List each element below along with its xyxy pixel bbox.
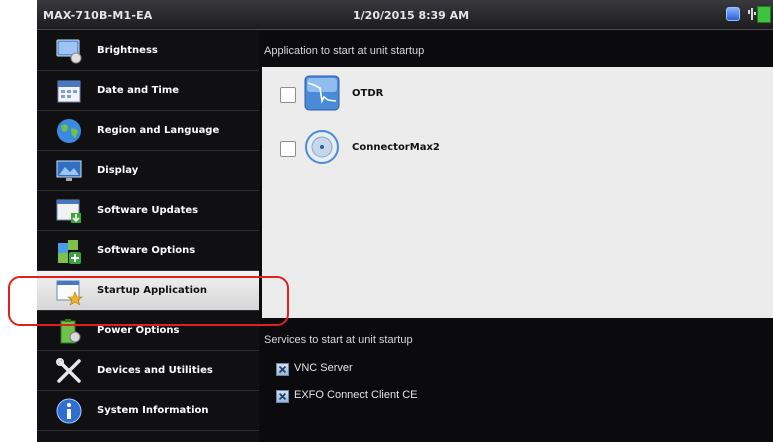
battery-status-icon[interactable]	[757, 6, 771, 23]
sidebar-item-region-language[interactable]: Region and Language	[37, 111, 259, 151]
connectormax-icon	[305, 130, 339, 164]
services-section-title: Services to start at unit startup	[264, 334, 413, 346]
highlight-annotation	[8, 276, 289, 326]
application-list: OTDR ConnectorMax2	[262, 67, 773, 318]
sidebar-item-label: Display	[97, 165, 139, 176]
globe-icon	[57, 119, 81, 143]
sidebar-item-system-information[interactable]: System Information	[37, 391, 259, 431]
sidebar-item-devices-utilities[interactable]: Devices and Utilities	[37, 351, 259, 391]
vnc-checkbox[interactable]	[276, 363, 289, 376]
sidebar-item-label: Software Updates	[97, 205, 199, 216]
network-icon[interactable]	[726, 7, 740, 21]
info-icon	[56, 398, 82, 424]
list-item-otdr[interactable]: OTDR	[262, 73, 773, 117]
sidebar-item-label: Date and Time	[97, 85, 180, 96]
otdr-label: OTDR	[352, 88, 384, 99]
calendar-icon	[57, 80, 81, 103]
otdr-checkbox[interactable]	[280, 87, 296, 103]
sidebar-item-brightness[interactable]: Brightness	[37, 31, 259, 71]
connectormax2-checkbox[interactable]	[280, 141, 296, 157]
exfo-connect-client-label: EXFO Connect Client CE	[294, 389, 418, 401]
settings-sidebar: Brightness Date and Time Region and Lang…	[37, 31, 259, 442]
sidebar-item-label: Devices and Utilities	[97, 365, 213, 376]
sidebar-item-label: Software Options	[97, 245, 196, 256]
sidebar-item-date-time[interactable]: Date and Time	[37, 71, 259, 111]
exfo-connect-checkbox[interactable]	[276, 390, 289, 403]
sidebar-item-software-updates[interactable]: Software Updates	[37, 191, 259, 231]
clock[interactable]: 1/20/2015 8:39 AM	[353, 9, 469, 22]
connectormax2-label: ConnectorMax2	[352, 142, 440, 153]
applications-section-title: Application to start at unit startup	[264, 45, 425, 57]
vnc-server-label: VNC Server	[294, 362, 353, 374]
monitor-icon	[56, 160, 82, 181]
tools-icon	[56, 358, 81, 383]
sidebar-item-software-options[interactable]: Software Options	[37, 231, 259, 271]
list-item-connectormax2[interactable]: ConnectorMax2	[262, 127, 773, 171]
usb-icon[interactable]	[747, 6, 757, 22]
sidebar-item-label: System Information	[97, 405, 209, 416]
puzzle-icon	[58, 240, 81, 264]
device-screen: MAX-710B-M1-EA 1/20/2015 8:39 AM Brightn…	[37, 0, 773, 442]
otdr-icon	[304, 75, 340, 111]
sidebar-item-display[interactable]: Display	[37, 151, 259, 191]
software-update-icon	[56, 199, 81, 223]
startup-application-panel: Application to start at unit startup OTD…	[260, 31, 773, 442]
sidebar-item-label: Brightness	[97, 45, 158, 56]
sidebar-item-label: Region and Language	[97, 125, 220, 136]
unit-name: MAX-710B-M1-EA	[43, 9, 153, 22]
brightness-icon	[56, 39, 82, 64]
sidebar-item-label: Power Options	[97, 325, 180, 336]
status-bar: MAX-710B-M1-EA 1/20/2015 8:39 AM	[37, 0, 773, 30]
